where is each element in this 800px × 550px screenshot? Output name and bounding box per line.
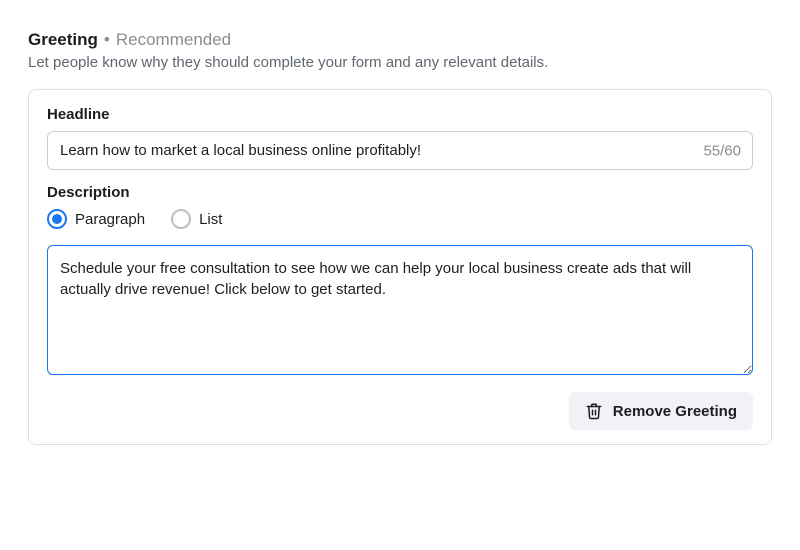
- radio-paragraph[interactable]: Paragraph: [47, 209, 145, 229]
- radio-list[interactable]: List: [171, 209, 222, 229]
- radio-circle-icon: [171, 209, 191, 229]
- title-separator: •: [104, 30, 110, 50]
- radio-circle-icon: [47, 209, 67, 229]
- card-actions: Remove Greeting: [47, 392, 753, 430]
- headline-input[interactable]: [47, 131, 753, 170]
- headline-label: Headline: [47, 106, 753, 123]
- section-subtitle: Let people know why they should complete…: [28, 54, 772, 71]
- section-title: Greeting: [28, 30, 98, 50]
- description-label: Description: [47, 184, 753, 201]
- remove-greeting-button[interactable]: Remove Greeting: [569, 392, 753, 430]
- radio-list-label: List: [199, 211, 222, 228]
- headline-char-count: 55/60: [703, 142, 741, 159]
- headline-field-wrap: 55/60: [47, 131, 753, 170]
- greeting-card: Headline 55/60 Description Paragraph Lis…: [28, 89, 772, 445]
- section-header: Greeting • Recommended: [28, 30, 772, 50]
- radio-paragraph-label: Paragraph: [75, 211, 145, 228]
- description-textarea[interactable]: Schedule your free consultation to see h…: [47, 245, 753, 375]
- remove-greeting-label: Remove Greeting: [613, 403, 737, 420]
- trash-icon: [585, 402, 603, 420]
- description-type-radio-group: Paragraph List: [47, 209, 753, 229]
- recommended-badge: Recommended: [116, 30, 231, 50]
